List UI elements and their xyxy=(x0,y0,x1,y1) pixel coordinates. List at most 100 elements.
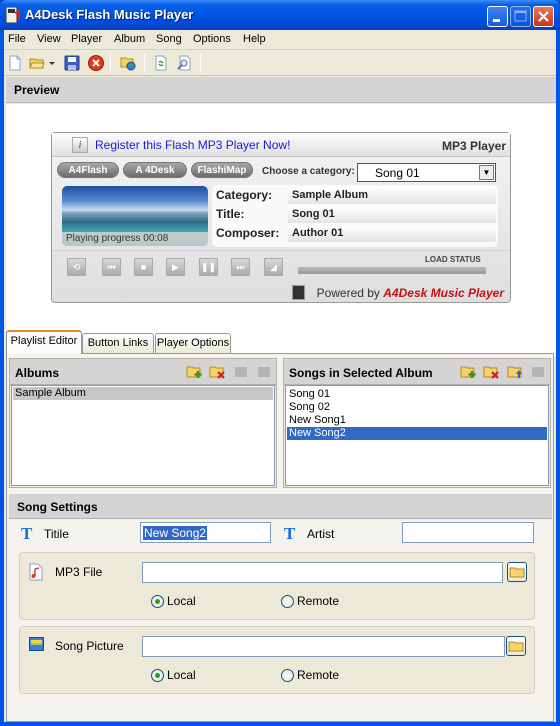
meta-value: Author 01 xyxy=(292,227,344,239)
song-picture-input[interactable] xyxy=(142,636,505,657)
menu-album[interactable]: Album xyxy=(114,33,145,45)
list-item[interactable]: Song 01 xyxy=(287,388,547,401)
song-picture-label: Song Picture xyxy=(55,639,124,653)
client-area: File View Player Album Song Options Help… xyxy=(4,30,556,722)
title-value: New Song2 xyxy=(143,526,208,540)
meta-key: Composer: xyxy=(216,226,280,240)
folder-icon xyxy=(508,641,524,652)
title-bar[interactable]: A4Desk Flash Music Player xyxy=(0,0,560,30)
song-meta: Category: Sample Album Title: Song 01 Comp… xyxy=(212,185,498,247)
menu-bar: File View Player Album Song Options Help xyxy=(4,30,556,50)
refresh-icon[interactable] xyxy=(153,55,169,71)
picture-browse-button[interactable] xyxy=(506,636,526,656)
artist-label: Artist xyxy=(307,527,335,541)
preview-header: Preview xyxy=(6,77,556,103)
info-icon[interactable]: i xyxy=(72,137,88,153)
flashimap-button[interactable]: FlashiMap xyxy=(191,162,253,178)
toolbar-separator xyxy=(110,54,111,73)
tab-player-options[interactable]: Player Options xyxy=(155,333,231,353)
toolbar-separator xyxy=(144,54,145,73)
mp3-file-input[interactable] xyxy=(142,562,503,583)
mp3-remote-radio[interactable] xyxy=(281,595,294,608)
meta-key: Category: xyxy=(216,188,273,202)
list-item[interactable]: Song 02 xyxy=(287,401,547,414)
move-song-up-icon[interactable] xyxy=(507,364,524,379)
toolbar-separator xyxy=(200,54,201,73)
title-input[interactable]: New Song2 xyxy=(140,522,271,543)
mp3-browse-button[interactable] xyxy=(507,562,527,582)
powered-prefix: Powered by xyxy=(316,286,384,300)
playlist-editor-panel: Albums Sample Album Songs in Selected Al… xyxy=(6,353,554,722)
artist-input[interactable] xyxy=(402,522,534,543)
close-icon xyxy=(538,11,549,22)
close-button[interactable] xyxy=(533,6,554,27)
a4flash-button[interactable]: A4Flash xyxy=(57,162,119,178)
song-settings-title: Song Settings xyxy=(17,500,98,514)
meta-key: Title: xyxy=(216,207,245,221)
albums-panel: Albums Sample Album xyxy=(9,358,277,488)
menu-file[interactable]: File xyxy=(8,33,26,45)
dropdown-arrow-icon[interactable] xyxy=(48,55,56,71)
repeat-icon[interactable]: ⟲ xyxy=(67,258,86,276)
maximize-button[interactable] xyxy=(510,6,531,27)
folder-icon xyxy=(509,567,525,578)
dropdown-arrow-icon[interactable]: ▼ xyxy=(479,165,494,180)
mp3-file-icon xyxy=(29,563,43,581)
a4desk-button[interactable]: A 4Desk xyxy=(123,162,187,178)
delete-song-icon[interactable] xyxy=(483,364,500,379)
songs-panel: Songs in Selected Album Song 01 Song 02 … xyxy=(283,358,551,488)
menu-view[interactable]: View xyxy=(37,33,61,45)
play-icon[interactable]: ▶ xyxy=(166,258,185,276)
albums-header: Albums xyxy=(10,359,276,385)
picture-local-label[interactable]: Local xyxy=(167,668,196,682)
albums-list[interactable]: Sample Album xyxy=(11,385,275,486)
menu-player[interactable]: Player xyxy=(71,33,102,45)
menu-help[interactable]: Help xyxy=(243,33,266,45)
tab-button-links[interactable]: Button Links xyxy=(82,333,154,353)
pause-icon[interactable]: ❚❚ xyxy=(199,258,218,276)
list-item[interactable]: New Song1 xyxy=(287,414,547,427)
tab-playlist-editor[interactable]: Playlist Editor xyxy=(6,330,82,354)
category-select[interactable]: Song 01 ▼ xyxy=(357,163,496,182)
preview-icon[interactable] xyxy=(176,55,192,71)
new-file-icon[interactable] xyxy=(7,55,23,71)
open-folder-icon[interactable] xyxy=(29,55,45,71)
minimize-icon xyxy=(493,19,500,22)
mp3-file-group: MP3 File Local Remote xyxy=(19,552,535,620)
delete-album-icon[interactable] xyxy=(209,364,226,379)
register-link[interactable]: Register this Flash MP3 Player Now! xyxy=(95,138,290,152)
next-icon[interactable]: ⏭ xyxy=(231,258,250,276)
minimize-button[interactable] xyxy=(487,6,508,27)
menu-song[interactable]: Song xyxy=(156,33,182,45)
preview-area: i Register this Flash MP3 Player Now! MP… xyxy=(6,104,556,357)
mp3-file-label: MP3 File xyxy=(55,565,103,579)
mp3-remote-label[interactable]: Remote xyxy=(297,594,339,608)
picture-remote-radio[interactable] xyxy=(281,669,294,682)
list-item[interactable]: Sample Album xyxy=(13,387,273,400)
meta-value: Song 01 xyxy=(292,208,335,220)
albums-title: Albums xyxy=(15,366,60,380)
text-icon: T xyxy=(284,524,296,543)
player-top-bar: i Register this Flash MP3 Player Now! MP… xyxy=(52,133,510,157)
add-song-icon[interactable] xyxy=(460,364,477,379)
add-album-icon[interactable] xyxy=(186,364,203,379)
player-controls: ⟲ ⏮ ■ ▶ ❚❚ ⏭ ◢ LOAD STATUS xyxy=(52,250,510,280)
save-icon[interactable] xyxy=(64,55,80,71)
list-item[interactable]: New Song2 xyxy=(287,427,547,440)
picture-remote-label[interactable]: Remote xyxy=(297,668,339,682)
volume-icon[interactable]: ◢ xyxy=(264,258,283,276)
title-label: Titile xyxy=(44,527,69,541)
powered-by[interactable]: Powered by A4Desk Music Player xyxy=(317,286,504,300)
publish-web-icon[interactable] xyxy=(120,55,136,71)
menu-options[interactable]: Options xyxy=(193,33,231,45)
meta-row: Title: Song 01 xyxy=(212,206,498,224)
mp3-local-label[interactable]: Local xyxy=(167,594,196,608)
previous-icon[interactable]: ⏮ xyxy=(102,258,121,276)
app-icon xyxy=(6,7,20,23)
stop-icon[interactable]: ■ xyxy=(134,258,153,276)
move-song-down-icon xyxy=(532,367,544,377)
picture-local-radio[interactable] xyxy=(151,669,164,682)
close-red-icon[interactable] xyxy=(88,55,104,71)
songs-list[interactable]: Song 01 Song 02 New Song1 New Song2 xyxy=(285,385,549,486)
mp3-local-radio[interactable] xyxy=(151,595,164,608)
